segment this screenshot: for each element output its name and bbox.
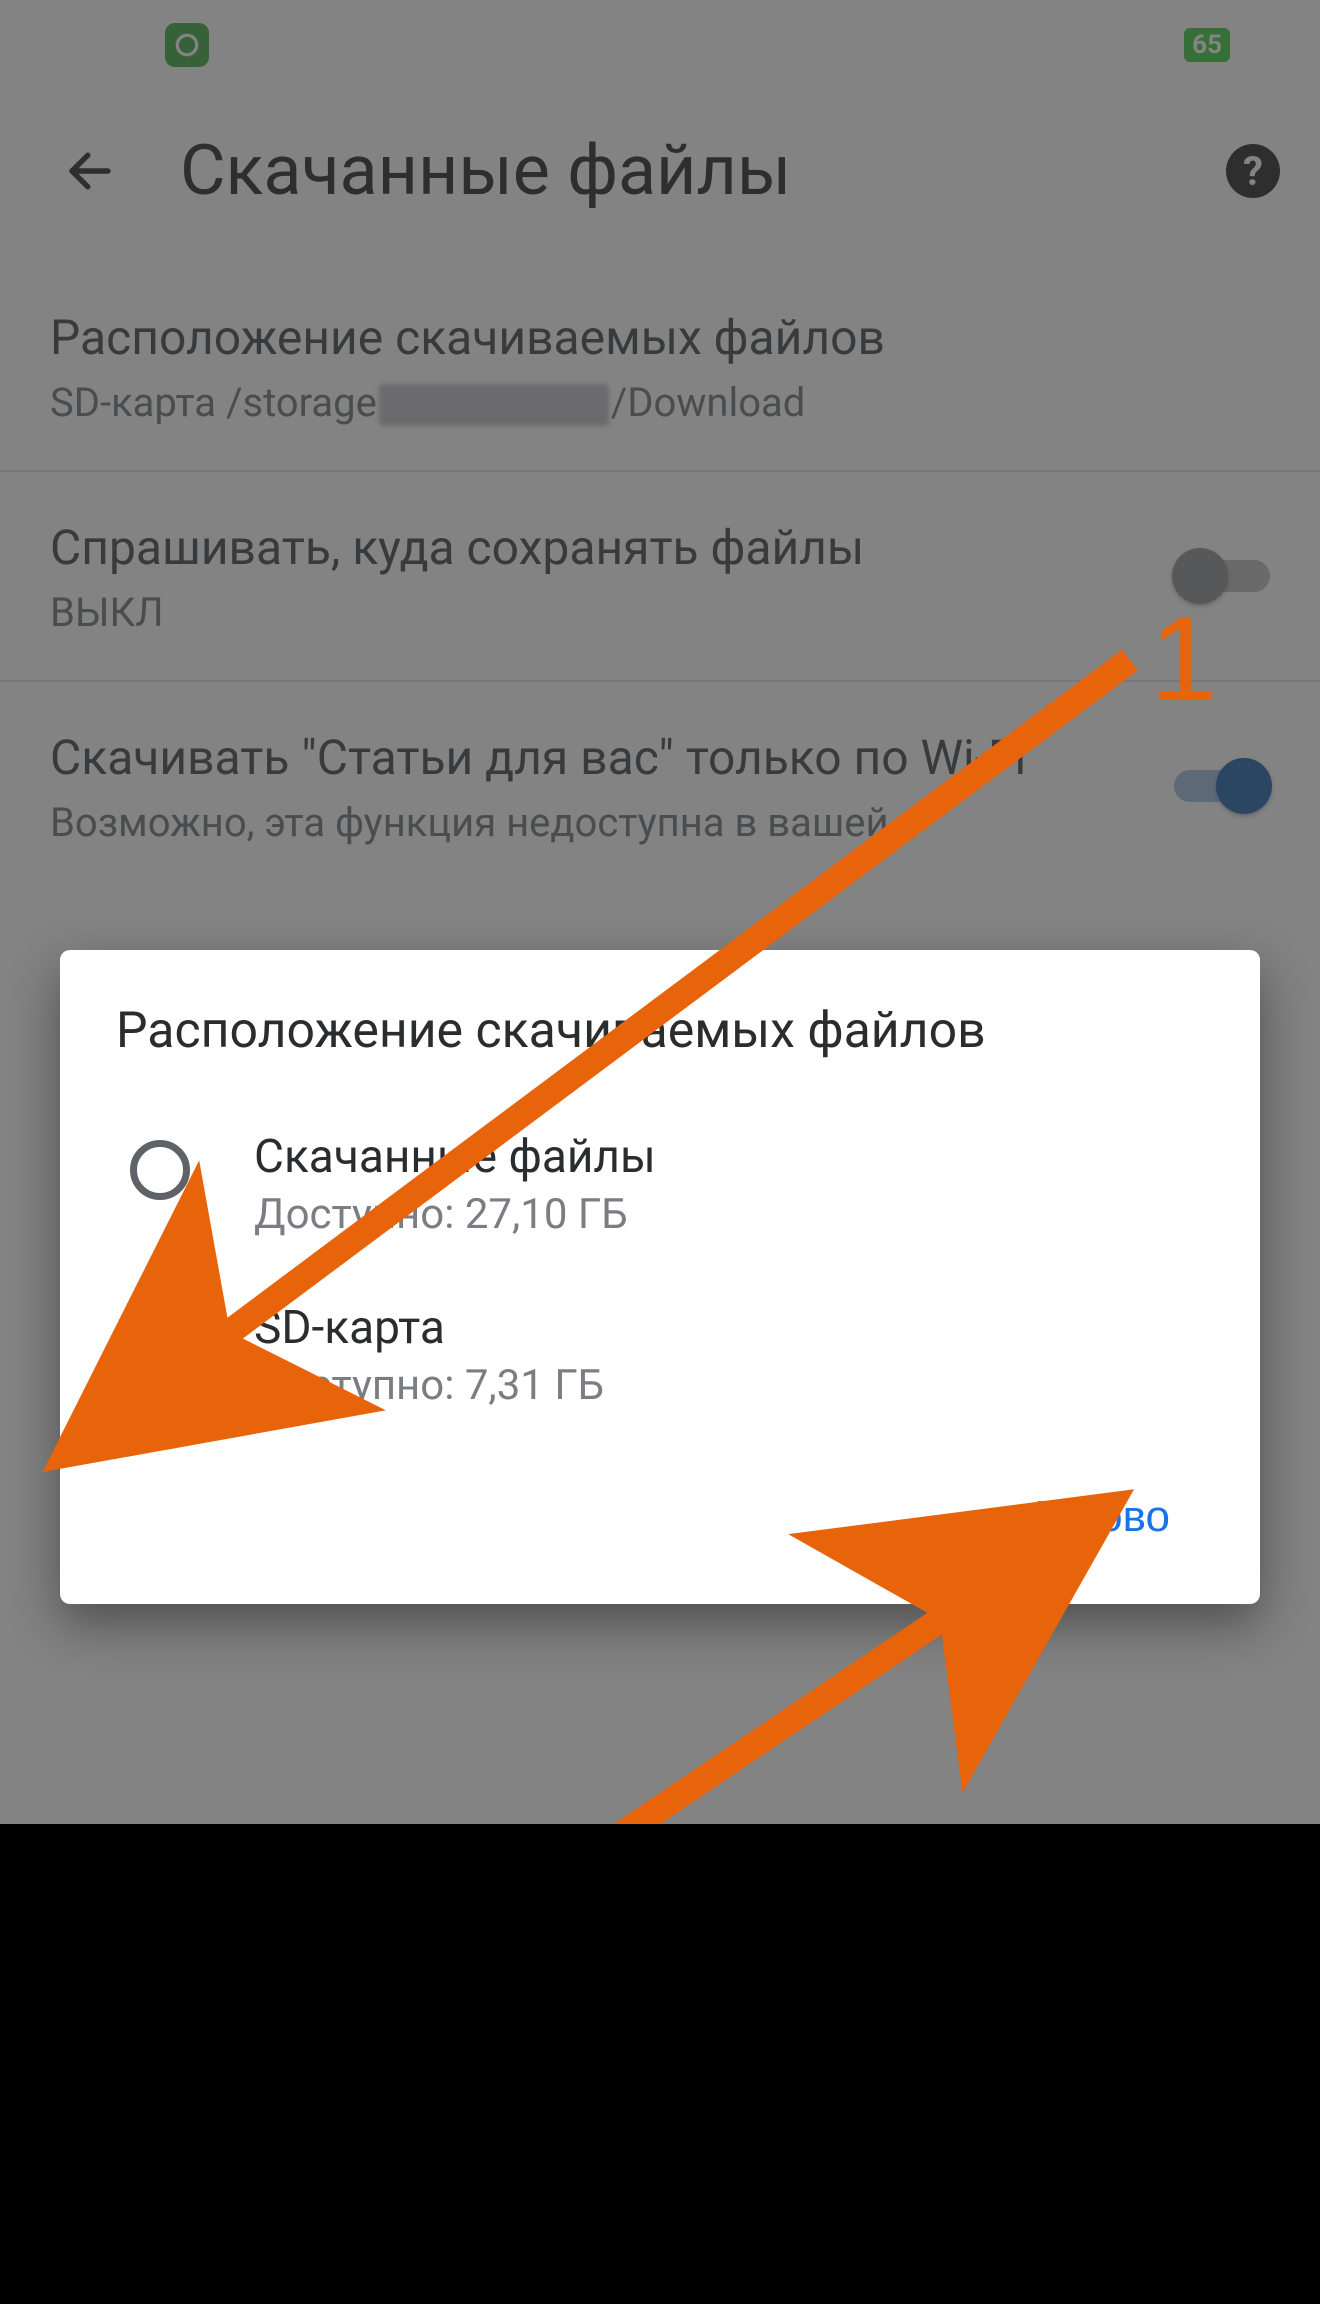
done-button[interactable]: Готово [1014, 1480, 1190, 1554]
option-sublabel: Доступно: 27,10 ГБ [254, 1190, 1220, 1239]
dialog-title: Расположение скачиваемых файлов [116, 1002, 1220, 1060]
option-label: SD-карта [254, 1301, 1220, 1355]
download-location-dialog: Расположение скачиваемых файлов Скачанны… [60, 950, 1260, 1604]
letterbox-bottom [0, 1824, 1320, 2304]
radio-unchecked-icon [130, 1140, 190, 1200]
option-label: Скачанные файлы [254, 1130, 1220, 1184]
option-sd-card[interactable]: SD-карта Доступно: 7,31 ГБ [116, 1275, 1220, 1446]
option-sublabel: Доступно: 7,31 ГБ [254, 1361, 1220, 1410]
option-downloaded-files[interactable]: Скачанные файлы Доступно: 27,10 ГБ [116, 1104, 1220, 1275]
radio-checked-icon [130, 1311, 190, 1371]
